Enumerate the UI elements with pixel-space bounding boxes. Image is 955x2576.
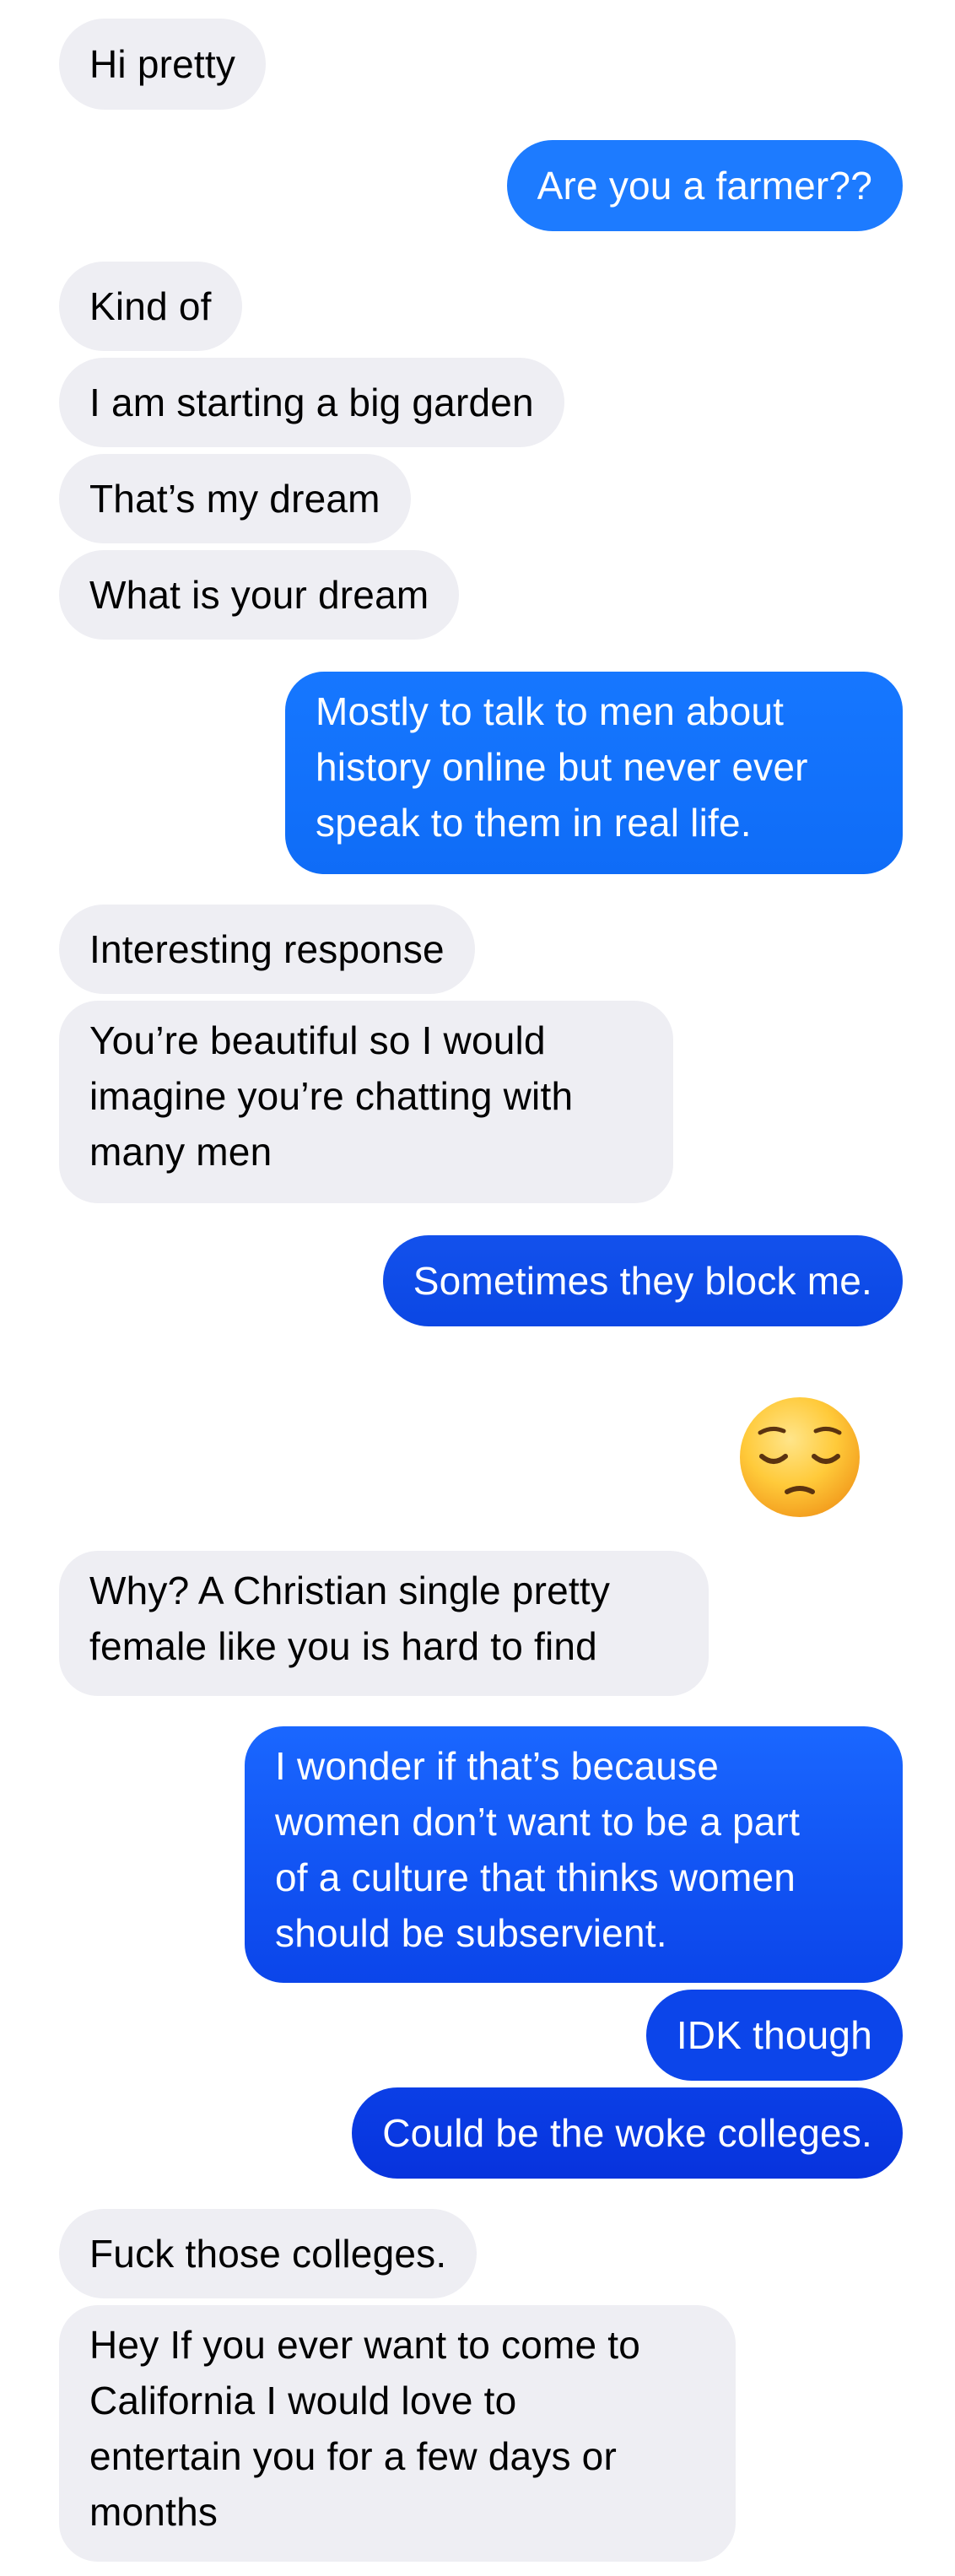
message-line: Hey If you ever want to come to: [89, 2323, 641, 2367]
message-line: Why? A Christian single pretty: [89, 1569, 611, 1612]
message-text: Kind of: [89, 284, 212, 328]
message-line: months: [89, 2490, 219, 2534]
outgoing-message[interactable]: Could be the woke colleges.: [352, 2087, 903, 2179]
outgoing-message[interactable]: Sometimes they block me.: [382, 1235, 903, 1326]
incoming-message[interactable]: You’re beautiful so I would imagine you’…: [59, 1001, 673, 1203]
message-line: entertain you for a few days or: [89, 2434, 617, 2478]
incoming-message[interactable]: Why? A Christian single pretty female li…: [59, 1551, 709, 1696]
message-line: many men: [89, 1130, 272, 1174]
message-line: of a culture that thinks women: [275, 1855, 796, 1899]
message-line: I wonder if that’s because: [275, 1744, 720, 1788]
pensive-face-icon[interactable]: [736, 1394, 863, 1520]
incoming-message[interactable]: I am starting a big garden: [59, 358, 564, 447]
incoming-message[interactable]: Kind of: [59, 262, 242, 351]
message-text: I am starting a big garden: [89, 381, 534, 424]
message-thread: Hi pretty Are you a farmer?? Kind of I a…: [0, 0, 955, 2576]
message-text: Hi pretty: [89, 42, 236, 86]
message-line: should be subservient.: [275, 1911, 667, 1955]
message-text: Fuck those colleges.: [89, 2232, 447, 2276]
message-line: imagine you’re chatting with: [89, 1074, 574, 1118]
outgoing-message[interactable]: I wonder if that’s because women don’t w…: [245, 1726, 903, 1983]
message-text: Sometimes they block me.: [413, 1259, 872, 1303]
message-line: Mostly to talk to men about: [316, 689, 785, 733]
message-line: speak to them in real life.: [316, 801, 752, 845]
message-line: female like you is hard to find: [89, 1624, 597, 1668]
outgoing-message[interactable]: Are you a farmer??: [506, 140, 903, 231]
incoming-message[interactable]: Hey If you ever want to come to Californ…: [59, 2305, 736, 2562]
message-text: IDK though: [676, 2013, 872, 2057]
outgoing-message[interactable]: Mostly to talk to men about history onli…: [285, 672, 903, 874]
message-line: You’re beautiful so I would: [89, 1018, 546, 1062]
incoming-message[interactable]: Interesting response: [59, 905, 475, 994]
message-line: history online but never ever: [316, 745, 808, 789]
message-text: Are you a farmer??: [537, 164, 872, 208]
incoming-message[interactable]: Fuck those colleges.: [59, 2209, 478, 2298]
message-line: California I would love to: [89, 2379, 517, 2422]
message-text: What is your dream: [89, 573, 429, 617]
outgoing-message[interactable]: IDK though: [645, 1990, 903, 2081]
message-line: women don’t want to be a part: [275, 1800, 801, 1844]
incoming-message[interactable]: That’s my dream: [59, 454, 411, 543]
message-text: That’s my dream: [89, 477, 380, 521]
incoming-message[interactable]: Hi pretty: [59, 19, 267, 110]
message-text: Interesting response: [89, 927, 445, 971]
incoming-message[interactable]: What is your dream: [59, 550, 460, 640]
message-text: Could be the woke colleges.: [382, 2111, 872, 2155]
